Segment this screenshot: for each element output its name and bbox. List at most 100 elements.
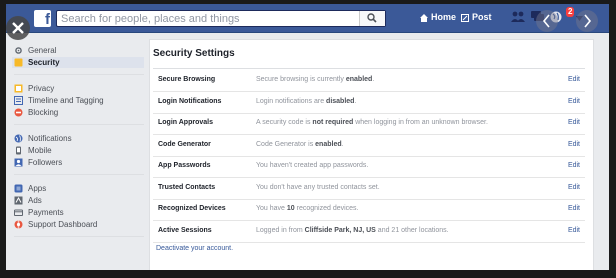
mobile-icon	[16, 146, 21, 155]
setting-text: You have	[256, 205, 287, 212]
support-icon	[14, 220, 23, 229]
sidebar-group: Notifications Mobile Followers	[14, 130, 144, 175]
post-link[interactable]: Post	[461, 12, 492, 22]
edit-link[interactable]: Edit	[568, 98, 580, 105]
sidebar-item-label: Blocking	[28, 108, 59, 117]
edit-link[interactable]: Edit	[568, 119, 580, 126]
sidebar-item-label: Followers	[28, 158, 63, 167]
setting-text: .	[354, 97, 357, 105]
sidebar-item-label: Timeline and Tagging	[28, 96, 104, 105]
close-overlay-button[interactable]	[6, 16, 30, 40]
edit-link[interactable]: Edit	[568, 76, 580, 83]
sidebar-item-payments[interactable]: Payments	[14, 207, 144, 218]
setting-text: .	[372, 76, 375, 83]
setting-label: Secure Browsing	[158, 76, 216, 83]
setting-row-trusted-contacts[interactable]: Trusted Contacts You don't have any trust…	[153, 178, 585, 200]
search-button[interactable]	[359, 11, 385, 26]
setting-row-secure-browsing[interactable]: Secure Browsing Secure browsing is curren…	[153, 70, 585, 92]
edit-link[interactable]: Edit	[568, 227, 580, 234]
setting-text: when logging in from an unknown browser.	[353, 119, 488, 126]
sidebar-item-label: Ads	[28, 196, 42, 205]
block-icon	[14, 108, 23, 117]
setting-text: You haven't created app passwords.	[256, 162, 369, 169]
chevron-right-icon	[584, 14, 592, 28]
close-icon	[12, 22, 24, 34]
post-icon	[461, 13, 469, 22]
search-box[interactable]	[56, 10, 386, 27]
setting-row-recognized-devices[interactable]: Recognized Devices You have 10 recognized…	[153, 199, 585, 221]
setting-text: A security code is	[256, 119, 313, 126]
sidebar-item-label: Notifications	[28, 134, 72, 143]
setting-label: App Passwords	[158, 162, 211, 169]
setting-label: Trusted Contacts	[158, 183, 216, 191]
setting-text: and 21 other locations.	[375, 226, 449, 234]
sidebar-item-notifications[interactable]: Notifications	[14, 133, 144, 144]
setting-description: Logged in from Cliffside Park, NJ, US an…	[256, 227, 449, 234]
sidebar-item-ads[interactable]: Ads	[14, 195, 144, 206]
setting-description: You haven't created app passwords.	[256, 162, 368, 169]
top-navigation-bar: f Home Post	[6, 4, 609, 33]
settings-sidebar: General Security Privacy Timeline and Taggi…	[12, 42, 144, 242]
setting-description: You have 10 recognized devices.	[256, 205, 359, 212]
notification-count-badge: 2	[566, 7, 575, 17]
setting-row-active-sessions[interactable]: Active Sessions Logged in from Cliffside …	[153, 221, 585, 243]
page-title: Security Settings	[153, 48, 235, 59]
setting-value: disabled	[326, 97, 355, 105]
sidebar-item-label: General	[28, 46, 57, 55]
setting-label: Login Approvals	[158, 119, 213, 126]
setting-value: not required	[312, 119, 354, 126]
sidebar-item-privacy[interactable]: Privacy	[14, 83, 144, 94]
setting-row-code-generator[interactable]: Code Generator Code Generator is enabled.…	[153, 135, 585, 157]
search-input[interactable]	[61, 12, 361, 25]
shield-icon	[14, 58, 23, 67]
title-divider	[153, 68, 585, 69]
sidebar-item-security[interactable]: Security	[12, 57, 144, 68]
setting-row-app-passwords[interactable]: App Passwords You haven't created app pas…	[153, 156, 585, 178]
setting-description: Login notifications are disabled.	[256, 98, 356, 105]
home-icon	[420, 13, 428, 22]
timeline-icon	[14, 96, 23, 105]
setting-description: A security code is not required when log…	[256, 119, 488, 126]
sidebar-item-label: Apps	[28, 184, 47, 193]
sidebar-item-timeline-and-tagging[interactable]: Timeline and Tagging	[14, 95, 144, 106]
sidebar-item-support-dashboard[interactable]: Support Dashboard	[14, 219, 144, 230]
setting-text: You don't have any trusted contacts set.	[256, 183, 380, 191]
facebook-logo[interactable]: f	[34, 10, 51, 27]
setting-text: .	[341, 140, 344, 148]
sidebar-item-mobile[interactable]: Mobile	[14, 145, 144, 156]
sidebar-item-label: Security	[28, 58, 60, 67]
next-overlay-button[interactable]	[576, 10, 598, 32]
security-settings-panel: Security Settings Secure Browsing Secure …	[149, 39, 594, 270]
friend-requests-icon[interactable]	[511, 11, 525, 22]
edit-link[interactable]: Edit	[568, 184, 580, 191]
setting-label: Recognized Devices	[158, 205, 226, 212]
sidebar-item-apps[interactable]: Apps	[14, 183, 144, 194]
search-icon	[367, 13, 377, 23]
apps-icon	[14, 184, 23, 193]
setting-text: recognized devices.	[294, 205, 359, 212]
setting-value: Cliffside Park, NJ, US	[304, 226, 376, 234]
edit-link[interactable]: Edit	[568, 141, 580, 148]
edit-link[interactable]: Edit	[568, 205, 580, 212]
deactivate-account-link[interactable]: Deactivate your account.	[156, 245, 233, 252]
home-link[interactable]: Home	[420, 12, 456, 22]
sidebar-group: Privacy Timeline and Tagging Blocking	[14, 80, 144, 125]
sidebar-group: General Security	[12, 42, 144, 75]
sidebar-item-label: Privacy	[28, 84, 55, 93]
setting-value: enabled	[345, 76, 373, 83]
setting-row-login-approvals[interactable]: Login Approvals A security code is not re…	[153, 113, 585, 135]
setting-row-login-notifications[interactable]: Login Notifications Login notifications a…	[153, 92, 585, 114]
gear-icon	[15, 47, 22, 54]
home-label: Home	[431, 12, 457, 22]
setting-text: Login notifications are	[256, 97, 327, 105]
sidebar-item-general[interactable]: General	[14, 45, 144, 56]
setting-value: enabled	[315, 140, 342, 148]
setting-text: Code Generator is	[256, 140, 316, 148]
setting-text: Secure browsing is currently	[256, 76, 346, 83]
edit-link[interactable]: Edit	[568, 162, 580, 169]
sidebar-item-followers[interactable]: Followers	[14, 157, 144, 168]
setting-description: Secure browsing is currently enabled.	[256, 76, 374, 83]
previous-overlay-button[interactable]	[536, 10, 558, 32]
sidebar-item-blocking[interactable]: Blocking	[14, 107, 144, 118]
setting-text: Logged in from	[256, 226, 305, 234]
